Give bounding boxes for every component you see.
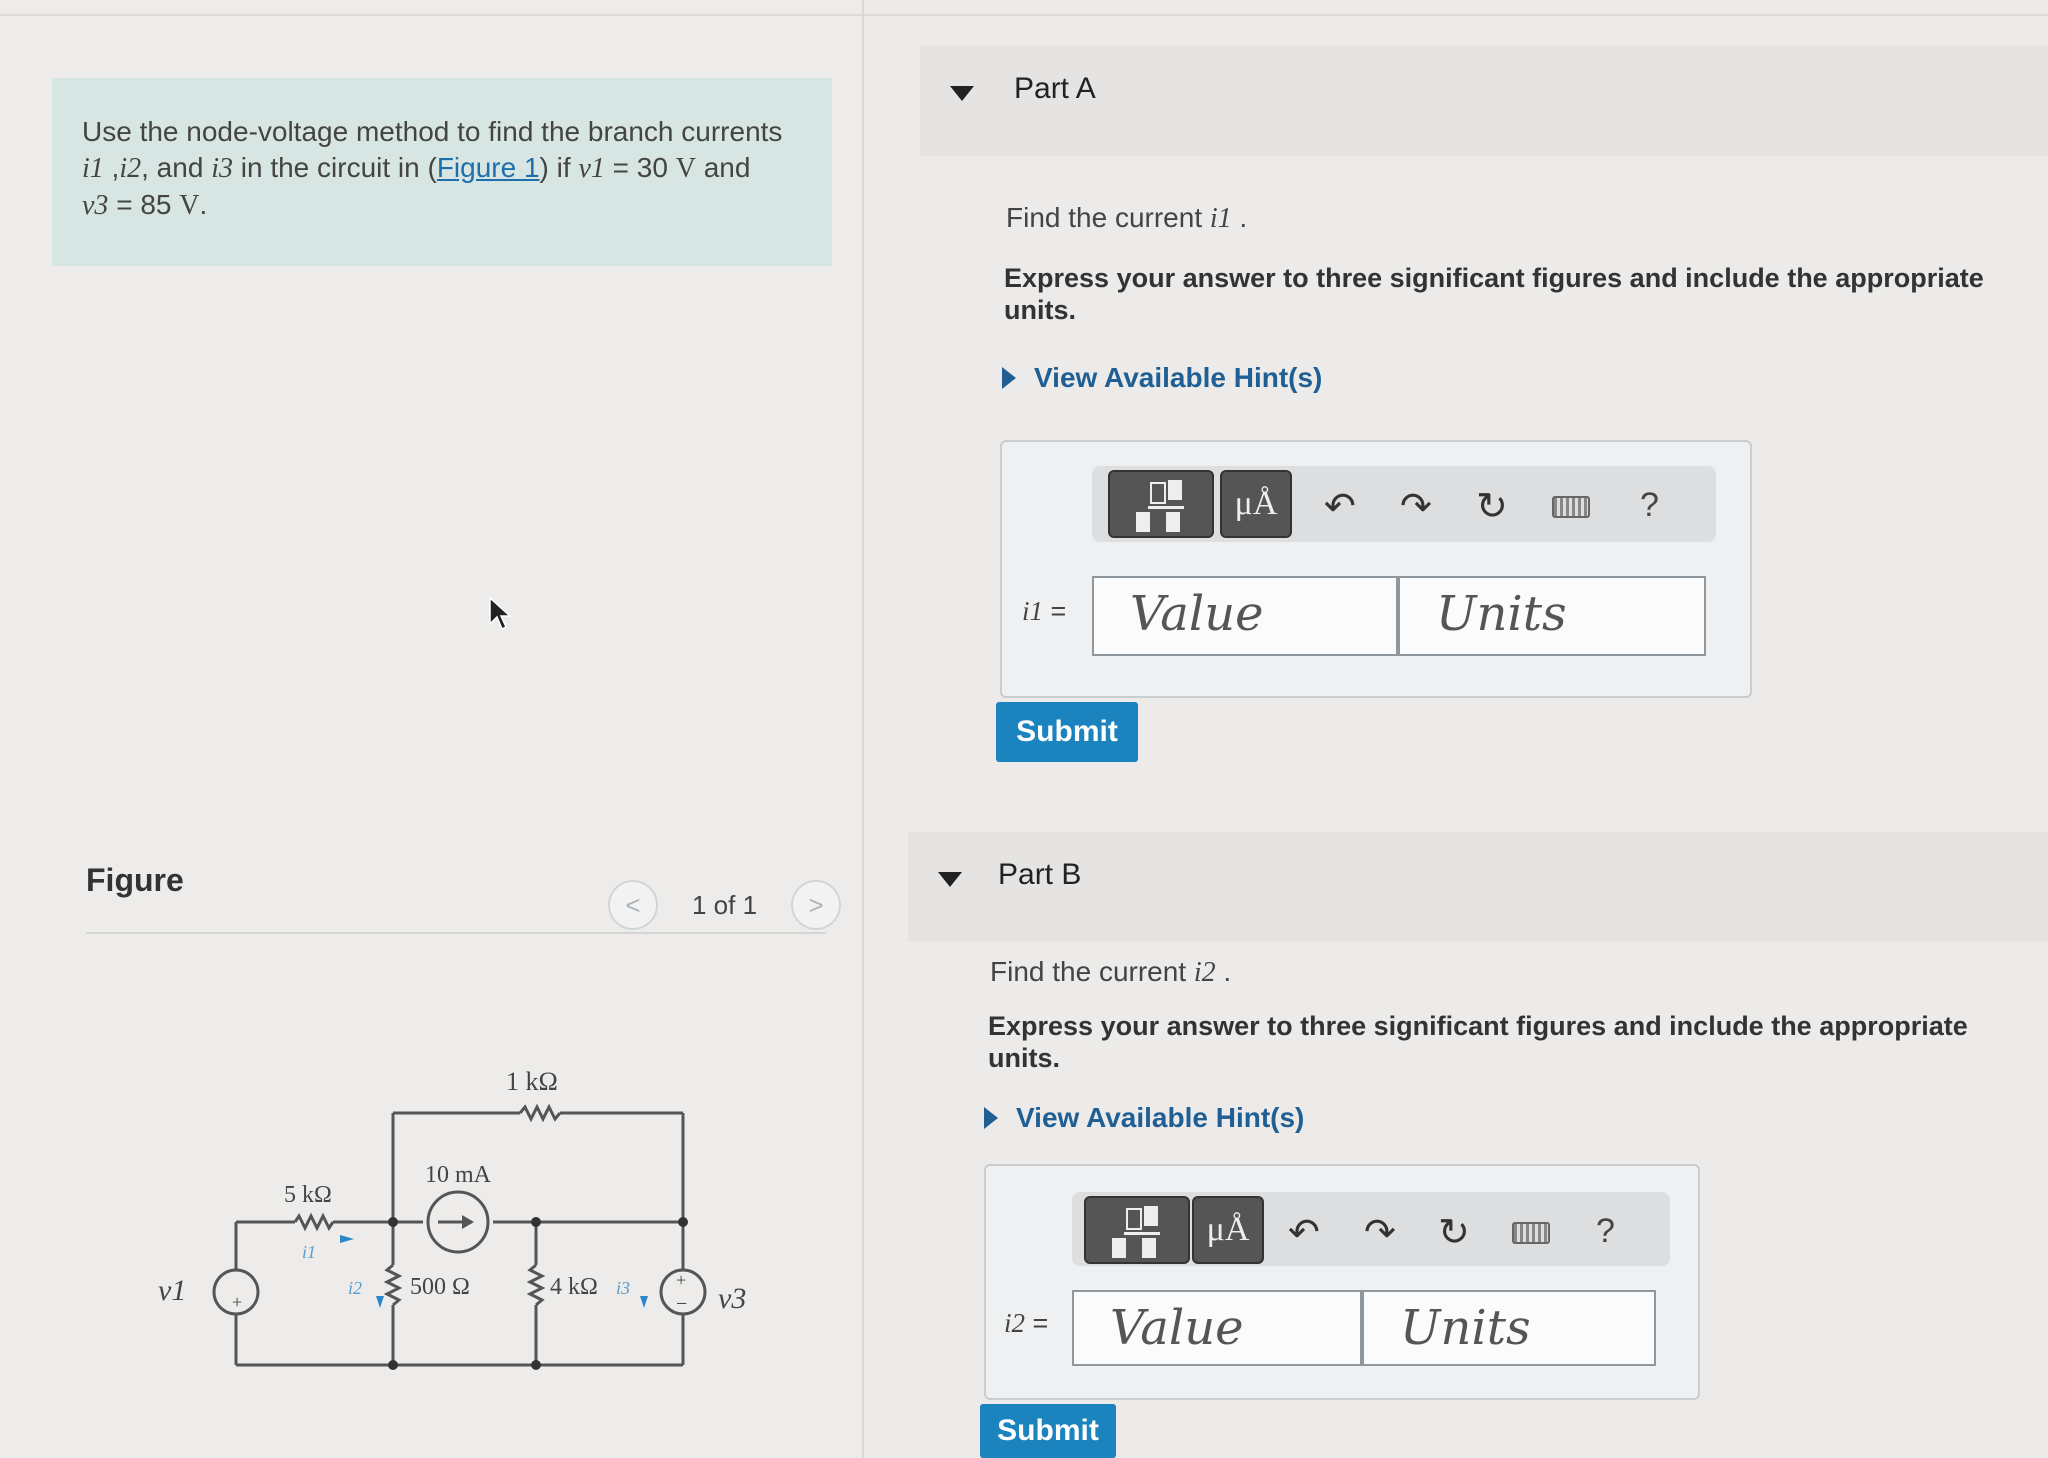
top-rule bbox=[0, 14, 2048, 16]
circuit-diagram: 1 kΩ 5 kΩ 10 mA 500 Ω 4 kΩ v1 v3 i1 i2 i… bbox=[158, 1067, 746, 1370]
part-b-hint-toggle[interactable]: View Available Hint(s) bbox=[984, 1102, 1304, 1134]
reset-icon[interactable]: ↻ bbox=[1476, 484, 1508, 529]
part-b-instructions: Express your answer to three significant… bbox=[988, 1011, 1968, 1073]
keyboard-icon[interactable] bbox=[1552, 496, 1590, 518]
figure-title: Figure bbox=[86, 862, 184, 898]
figure-rule bbox=[86, 932, 826, 934]
v3-minus-label: − bbox=[676, 1293, 687, 1315]
resistor-500-label: 500 Ω bbox=[410, 1274, 470, 1300]
collapse-caret-icon[interactable] bbox=[938, 872, 962, 887]
problem-line-1: Use the node-voltage method to find the … bbox=[82, 116, 783, 147]
part-b-hint-label: View Available Hint(s) bbox=[1016, 1102, 1305, 1133]
templates-button[interactable] bbox=[1084, 1196, 1190, 1264]
part-b-submit-button[interactable]: Submit bbox=[980, 1404, 1116, 1458]
units-button[interactable]: μÅ bbox=[1220, 470, 1292, 538]
current-source-label: 10 mA bbox=[425, 1162, 492, 1188]
part-b-units-input[interactable]: Units bbox=[1362, 1290, 1656, 1366]
problem-line-3: v3 = 85 V. bbox=[82, 189, 208, 221]
reset-icon[interactable]: ↻ bbox=[1438, 1210, 1470, 1255]
problem-line-2: i1 ,i2, and i3 in the circuit in (Figure… bbox=[82, 152, 751, 184]
part-a-instructions: Express your answer to three significant… bbox=[1004, 263, 1984, 325]
template-box-icon bbox=[1126, 1208, 1142, 1230]
keyboard-icon[interactable] bbox=[1512, 1222, 1550, 1244]
part-a-hint-toggle[interactable]: View Available Hint(s) bbox=[1002, 362, 1322, 394]
expand-triangle-icon bbox=[984, 1107, 998, 1129]
i2-label: i2 bbox=[348, 1278, 362, 1298]
next-figure-button[interactable]: > bbox=[791, 880, 842, 930]
part-a-header[interactable]: Part A bbox=[920, 46, 2048, 156]
part-b-question: Find the current i2 . bbox=[990, 956, 1232, 988]
part-a-title: Part A bbox=[1014, 72, 1096, 105]
i3-label: i3 bbox=[616, 1278, 630, 1298]
undo-icon[interactable]: ↶ bbox=[1288, 1210, 1320, 1255]
v3-label: v3 bbox=[718, 1282, 746, 1315]
part-b-title: Part B bbox=[998, 858, 1082, 891]
help-icon[interactable]: ? bbox=[1596, 1212, 1615, 1251]
v1-plus-label: + bbox=[232, 1292, 242, 1312]
resistor-5k-label: 5 kΩ bbox=[284, 1182, 332, 1208]
expand-triangle-icon bbox=[1002, 367, 1016, 389]
problem-statement: Use the node-voltage method to find the … bbox=[52, 78, 832, 266]
mouse-cursor-icon bbox=[489, 596, 512, 631]
figure-pager: < 1 of 1 > bbox=[608, 880, 842, 930]
v1-label: v1 bbox=[158, 1274, 186, 1307]
units-button[interactable]: μÅ bbox=[1192, 1196, 1264, 1264]
part-a-answer-label: i1 = bbox=[1022, 596, 1067, 626]
part-b-math-toolbar: μÅ ↶ ↷ ↻ ? bbox=[1072, 1192, 1670, 1266]
part-a-value-input[interactable]: Value bbox=[1092, 576, 1398, 656]
template-box-icon bbox=[1150, 482, 1166, 504]
undo-icon[interactable]: ↶ bbox=[1324, 484, 1356, 529]
redo-icon[interactable]: ↷ bbox=[1400, 484, 1432, 529]
part-b-answer-label: i2 = bbox=[1004, 1308, 1049, 1338]
collapse-caret-icon[interactable] bbox=[950, 86, 974, 101]
part-b-answer-box: μÅ ↶ ↷ ↻ ? i2 = Value Units bbox=[984, 1164, 1700, 1400]
figure-page-indicator: 1 of 1 bbox=[692, 889, 758, 920]
i1-label: i1 bbox=[302, 1242, 316, 1262]
panel-divider bbox=[862, 0, 864, 1458]
part-a-math-toolbar: μÅ ↶ ↷ ↻ ? bbox=[1092, 466, 1716, 542]
part-b-value-input[interactable]: Value bbox=[1072, 1290, 1362, 1366]
resistor-1k-label: 1 kΩ bbox=[506, 1067, 558, 1096]
part-a-hint-label: View Available Hint(s) bbox=[1034, 362, 1323, 393]
prev-figure-button[interactable]: < bbox=[608, 880, 658, 930]
figure-link[interactable]: Figure 1 bbox=[437, 152, 540, 183]
redo-icon[interactable]: ↷ bbox=[1364, 1210, 1396, 1255]
part-a-question: Find the current i1 . bbox=[1006, 202, 1248, 234]
resistor-4k-label: 4 kΩ bbox=[550, 1274, 598, 1300]
part-a-submit-button[interactable]: Submit bbox=[996, 702, 1138, 762]
templates-button[interactable] bbox=[1108, 470, 1214, 538]
part-b-header[interactable]: Part B bbox=[908, 832, 2048, 942]
part-a-units-input[interactable]: Units bbox=[1398, 576, 1706, 656]
part-a-answer-box: μÅ ↶ ↷ ↻ ? i1 = Value Units bbox=[1000, 440, 1752, 698]
help-icon[interactable]: ? bbox=[1640, 486, 1659, 525]
v3-plus-label: + bbox=[676, 1270, 686, 1290]
